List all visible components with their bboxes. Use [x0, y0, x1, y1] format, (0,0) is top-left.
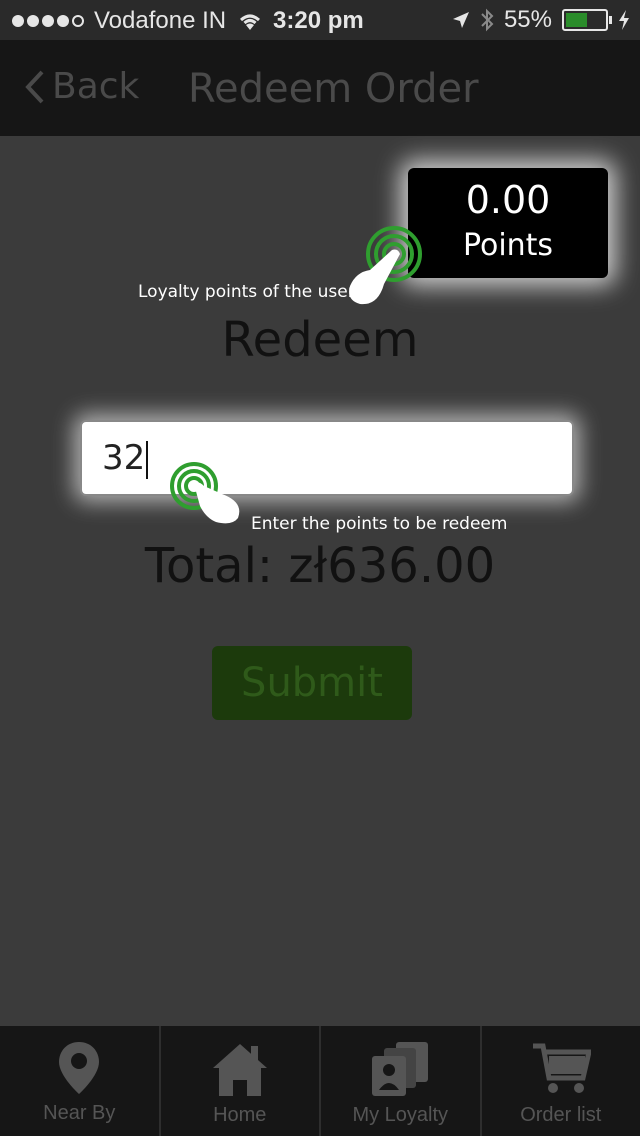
tap-hand-icon [170, 462, 240, 524]
carrier-name: Vodafone IN [94, 7, 227, 34]
back-button[interactable]: Back [24, 66, 139, 107]
location-pin-icon [59, 1042, 100, 1094]
battery-icon [562, 9, 612, 31]
tab-label: Home [213, 1104, 267, 1126]
loyalty-points-box: 0.00 Points [408, 168, 608, 278]
redeem-input-value: 32 [102, 438, 146, 478]
charging-icon [619, 10, 629, 30]
location-arrow-icon [452, 12, 469, 28]
page-title: Redeem Order [188, 66, 479, 112]
points-value: 0.00 [465, 178, 551, 222]
home-icon [212, 1044, 267, 1096]
points-label: Points [462, 228, 554, 263]
tab-bar: Near By Home My Loyalty Order list [0, 1026, 640, 1136]
navigation-bar: Back Redeem Order [0, 40, 640, 136]
signal-icon [12, 15, 84, 27]
tab-my-loyalty[interactable]: My Loyalty [321, 1026, 482, 1136]
tab-label: My Loyalty [352, 1104, 449, 1126]
chevron-left-icon [25, 70, 44, 103]
bluetooth-icon [481, 8, 494, 32]
order-total: Total: zł636.00 [144, 538, 496, 594]
loyalty-hint-text: Loyalty points of the user [138, 282, 355, 302]
loyalty-cards-icon [372, 1042, 429, 1096]
tab-label: Order list [520, 1104, 602, 1126]
tab-order-list[interactable]: Order list [482, 1026, 640, 1136]
tab-label: Near By [43, 1102, 116, 1124]
shopping-cart-icon [532, 1043, 591, 1093]
status-time: 3:20 pm [273, 7, 364, 34]
back-label: Back [52, 66, 140, 107]
redeem-heading: Redeem [221, 312, 419, 368]
submit-button[interactable]: Submit [212, 646, 412, 720]
status-bar: Vodafone IN 3:20 pm 55% [0, 0, 640, 40]
text-cursor [146, 440, 149, 479]
redeem-points-input[interactable]: 32 [80, 420, 574, 496]
redeem-hint-text: Enter the points to be redeem [251, 514, 508, 534]
tab-near-by[interactable]: Near By [0, 1026, 161, 1136]
wifi-icon [240, 14, 261, 30]
tab-home[interactable]: Home [161, 1026, 321, 1136]
battery-percent: 55% [503, 6, 552, 33]
